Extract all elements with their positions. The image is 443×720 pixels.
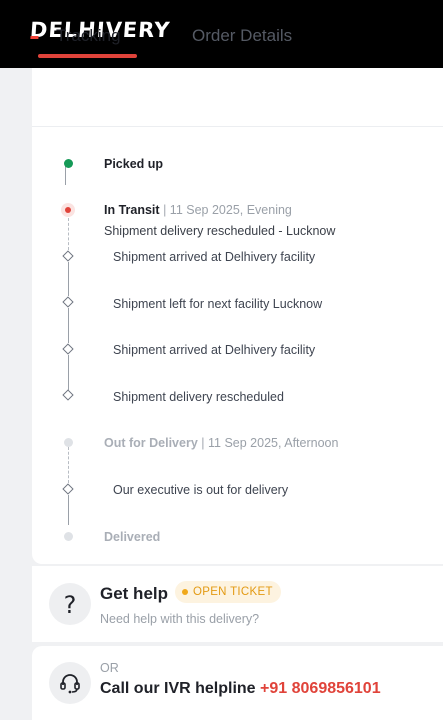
milestone-delivered: Delivered bbox=[104, 530, 161, 544]
milestone-separator: | bbox=[163, 203, 167, 217]
milestone-picked-up: Picked up bbox=[104, 157, 164, 171]
timeline-event: Shipment arrived at Delhivery facility bbox=[113, 343, 316, 357]
logo-accent-mark bbox=[30, 36, 39, 39]
picked-up-status-dot bbox=[64, 159, 73, 168]
question-mark-icon: ? bbox=[63, 591, 77, 619]
out-for-delivery-status-dot bbox=[64, 438, 73, 447]
delivered-status-dot bbox=[64, 532, 73, 541]
help-icon: ? bbox=[49, 583, 91, 625]
milestone-detail: Shipment delivery rescheduled - Lucknow bbox=[104, 224, 336, 238]
milestone-separator: | bbox=[201, 436, 205, 450]
timeline-connector bbox=[68, 308, 69, 343]
get-help-title: Get help bbox=[100, 584, 169, 603]
ivr-label: Call our IVR helpline bbox=[100, 680, 256, 697]
or-label: OR bbox=[100, 661, 119, 675]
get-help-card[interactable]: ? Get help OPEN TICKET Need help with th… bbox=[32, 566, 443, 642]
milestone-out-for-delivery: Out for Delivery | 11 Sep 2025, Afternoo… bbox=[104, 436, 338, 450]
headset-glyph-icon bbox=[60, 674, 80, 694]
timeline-event: Shipment arrived at Delhivery facility bbox=[113, 250, 316, 264]
tab-order-details[interactable]: Order Details bbox=[192, 26, 292, 46]
timeline-connector bbox=[68, 355, 69, 390]
ivr-phone-number[interactable]: +91 8069856101 bbox=[260, 680, 381, 697]
open-ticket-badge[interactable]: OPEN TICKET bbox=[175, 581, 281, 603]
timeline-connector bbox=[68, 495, 69, 525]
active-tab-indicator bbox=[38, 54, 137, 58]
milestone-in-transit: In Transit | 11 Sep 2025, Evening bbox=[104, 203, 292, 217]
ivr-helpline-text: Call our IVR helpline +91 8069856101 bbox=[100, 680, 381, 698]
ivr-helpline-card[interactable]: OR Call our IVR helpline +91 8069856101 bbox=[32, 646, 443, 720]
tab-tracking[interactable]: Tracking bbox=[56, 26, 121, 46]
tab-bar bbox=[32, 68, 443, 127]
timeline-event: Shipment delivery rescheduled bbox=[113, 390, 284, 404]
timeline-connector bbox=[68, 447, 69, 483]
milestone-label: In Transit bbox=[104, 203, 160, 217]
timeline-connector bbox=[68, 262, 69, 296]
get-help-subtitle: Need help with this delivery? bbox=[100, 612, 260, 626]
timeline-event: Shipment left for next facility Lucknow bbox=[113, 297, 323, 311]
in-transit-status-dot bbox=[61, 203, 75, 217]
milestone-date: 11 Sep 2025, Afternoon bbox=[208, 436, 339, 450]
timeline-connector bbox=[68, 218, 69, 250]
milestone-date: 11 Sep 2025, Evening bbox=[169, 203, 292, 217]
milestone-label: Out for Delivery bbox=[104, 436, 198, 450]
timeline-event: Our executive is out for delivery bbox=[113, 483, 289, 497]
headset-icon bbox=[49, 662, 91, 704]
